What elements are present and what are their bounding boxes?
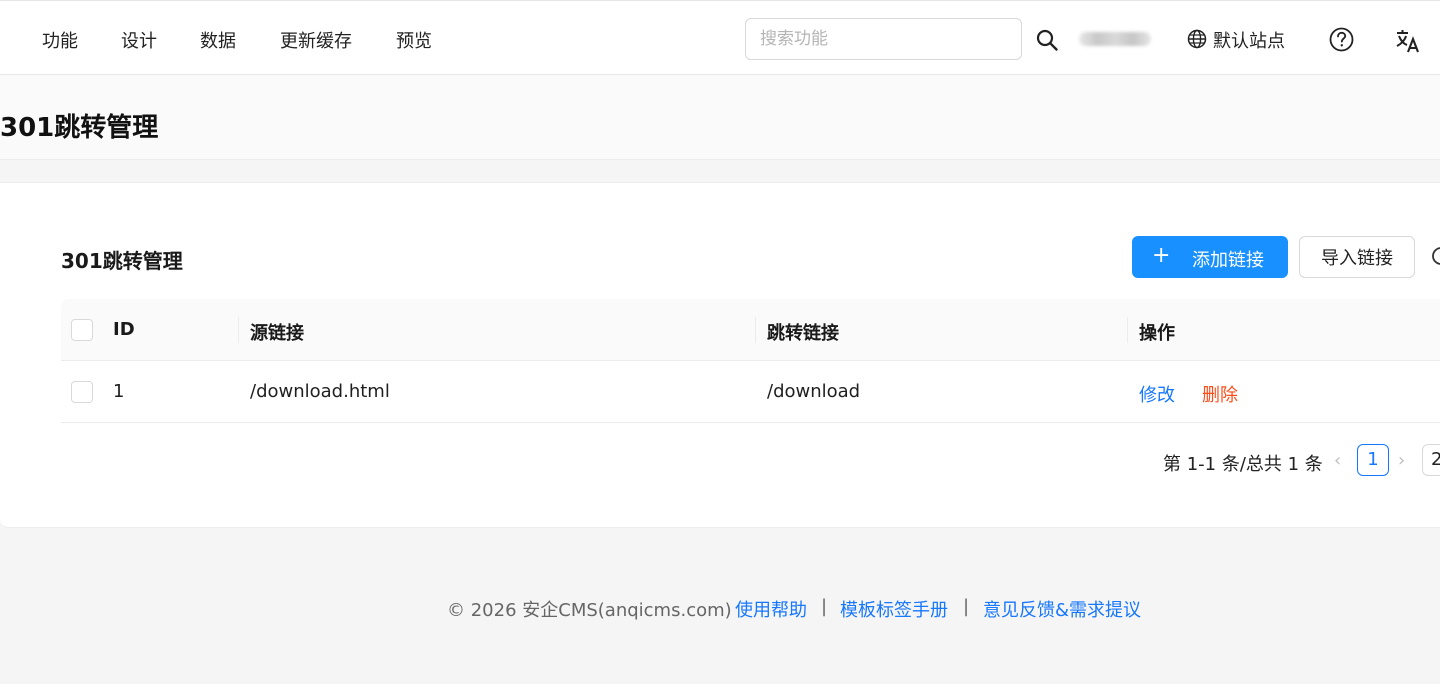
pagination-total: 第 1-1 条/总共 1 条 <box>1163 454 1323 475</box>
search-input[interactable] <box>745 18 1022 60</box>
row-source-link: /download.html <box>250 381 390 402</box>
column-divider <box>1127 317 1128 343</box>
column-header-target[interactable]: 跳转链接 <box>767 319 839 345</box>
column-divider <box>238 317 239 343</box>
delete-link-button[interactable]: 删除 <box>1202 381 1238 407</box>
chevron-right-icon[interactable]: › <box>1398 450 1405 471</box>
edit-link-button[interactable]: 修改 <box>1139 381 1175 407</box>
nav-item-data[interactable]: 数据 <box>200 27 236 53</box>
column-header-actions: 操作 <box>1139 323 1175 344</box>
site-selector[interactable]: 默认站点 <box>1213 27 1285 53</box>
column-header-source[interactable]: 源链接 <box>250 319 304 345</box>
select-all-checkbox[interactable] <box>71 319 93 341</box>
column-header-id[interactable]: ID <box>113 319 135 340</box>
content-card: 301跳转管理 + 添加链接 导入链接 ID 源链接 跳转链接 操作 1 /do… <box>0 182 1440 528</box>
add-link-button[interactable]: + 添加链接 <box>1132 236 1288 278</box>
footer: © 2026 安企CMS(anqicms.com) 使用帮助 | 模板标签手册 … <box>0 596 1440 622</box>
row-id: 1 <box>113 381 125 402</box>
pagination-page-1[interactable]: 1 <box>1357 444 1389 476</box>
search-icon[interactable] <box>1035 28 1059 52</box>
page-header: 301跳转管理 <box>0 75 1440 160</box>
plus-icon: + <box>1152 243 1171 268</box>
row-checkbox[interactable] <box>71 381 93 403</box>
settings-partial-icon[interactable] <box>1431 246 1440 266</box>
top-navigation-bar: 功能 设计 数据 更新缓存 预览 默认站点 <box>0 0 1440 75</box>
globe-icon <box>1187 29 1207 49</box>
footer-link-feedback[interactable]: 意见反馈&需求提议 <box>983 596 1141 622</box>
column-divider <box>755 317 756 343</box>
table-header: ID 源链接 跳转链接 操作 <box>61 299 1440 361</box>
translate-icon[interactable] <box>1395 28 1421 54</box>
nav-item-update-cache[interactable]: 更新缓存 <box>280 27 352 53</box>
footer-separator: | <box>963 596 970 617</box>
nav-item-preview[interactable]: 预览 <box>396 27 432 53</box>
footer-link-help[interactable]: 使用帮助 <box>735 596 807 622</box>
nav-item-features[interactable]: 功能 <box>42 27 78 53</box>
row-target-link: /download <box>767 381 861 402</box>
add-link-label: 添加链接 <box>1192 250 1264 271</box>
help-circle-icon[interactable] <box>1329 27 1354 52</box>
footer-separator: | <box>821 596 828 617</box>
table-row: 1 /download.html /download 修改 删除 <box>61 361 1440 423</box>
page-title: 301跳转管理 <box>0 113 159 143</box>
nav-item-design[interactable]: 设计 <box>121 27 157 53</box>
footer-link-template-tags[interactable]: 模板标签手册 <box>840 596 948 622</box>
import-links-button[interactable]: 导入链接 <box>1299 236 1415 278</box>
chevron-left-icon[interactable]: ‹ <box>1334 450 1341 471</box>
page-size-select[interactable]: 2 <box>1422 444 1440 476</box>
footer-copyright: © 2026 安企CMS(anqicms.com) <box>447 600 732 621</box>
user-name-blurred[interactable] <box>1079 32 1151 46</box>
card-title: 301跳转管理 <box>61 249 183 273</box>
